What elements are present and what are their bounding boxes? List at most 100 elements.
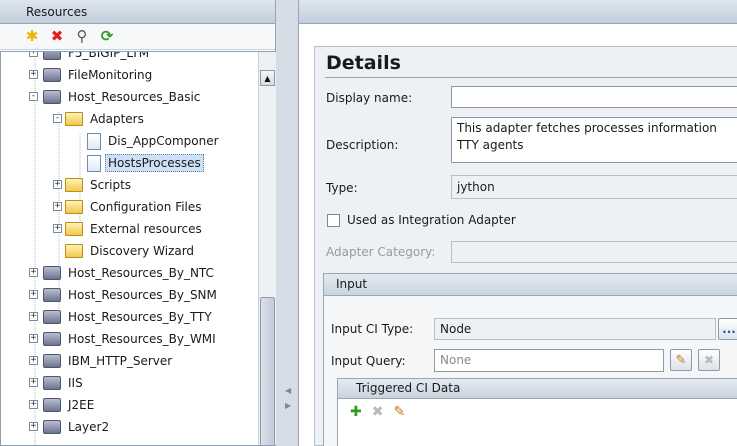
- tree-item-label: Host_Resources_By_SNM: [68, 288, 217, 302]
- input-ci-type-field: Node: [434, 318, 716, 340]
- tree-expander-icon[interactable]: +: [53, 202, 62, 211]
- tree-item[interactable]: Adapters: [65, 108, 147, 130]
- edit-query-button[interactable]: ✎: [670, 349, 692, 371]
- tree-expander-icon[interactable]: +: [29, 378, 38, 387]
- tree-item[interactable]: Discovery Wizard: [65, 240, 197, 262]
- package-icon: [43, 420, 61, 434]
- tree-expander-icon[interactable]: +: [53, 224, 62, 233]
- browse-ci-type-button[interactable]: ...: [718, 318, 737, 340]
- tree-expander-icon[interactable]: +: [29, 290, 38, 299]
- triggered-ci-data-section: Triggered CI Data ✚ ✖ ✎: [337, 378, 737, 446]
- delete-icon[interactable]: ✖: [49, 29, 65, 45]
- display-name-label: Display name:: [326, 91, 413, 105]
- new-icon[interactable]: ✱: [24, 29, 40, 45]
- tree-expander-icon[interactable]: +: [29, 268, 38, 277]
- resources-panel: Resources ✱ ✖ ⚲ ⟳ + F5_BIGIP_LTM + FileMoni…: [0, 0, 276, 446]
- tree-expander-icon[interactable]: +: [29, 400, 38, 409]
- collapse-left-arrow-icon[interactable]: ◀: [285, 386, 291, 395]
- tree-expander-icon[interactable]: +: [29, 70, 38, 79]
- tree-item-label: Scripts: [90, 178, 132, 192]
- input-ci-type-label: Input CI Type:: [331, 322, 414, 336]
- tree-expander-icon[interactable]: +: [29, 422, 38, 431]
- tree-item[interactable]: J2EE: [43, 394, 97, 416]
- tree-item[interactable]: Dis_AppComponer: [87, 130, 222, 152]
- package-icon: [43, 68, 61, 82]
- add-icon[interactable]: ✚: [350, 405, 362, 419]
- package-icon: [43, 354, 61, 368]
- tree-item[interactable]: Host_Resources_By_SNM: [43, 284, 220, 306]
- tree-item[interactable]: IIS: [43, 372, 86, 394]
- adapter-category-label: Adapter Category:: [326, 245, 436, 259]
- editor-panel-header: [299, 0, 737, 24]
- tree-item[interactable]: Scripts: [65, 174, 134, 196]
- integration-adapter-checkbox[interactable]: [327, 214, 340, 227]
- tree-item-label: HostsProcesses: [105, 154, 204, 172]
- package-icon: [43, 376, 61, 390]
- tree-item-label: Dis_AppComponer: [108, 134, 219, 148]
- tree-item-label: Layer2: [68, 420, 110, 434]
- tree-item[interactable]: Host_Resources_By_WMI: [43, 328, 219, 350]
- tree-item[interactable]: HostsProcesses: [87, 152, 204, 174]
- tree-item-label: Host_Resources_Basic: [68, 90, 201, 104]
- tree-item-label: FileMonitoring: [68, 68, 153, 82]
- resources-tree-container: + F5_BIGIP_LTM + FileMonitoring - Host_Resour…: [0, 51, 276, 446]
- tree-scrollbar[interactable]: ▲: [258, 52, 276, 445]
- tree-item-label: Adapters: [90, 112, 144, 126]
- package-icon: [43, 90, 61, 104]
- tree-expander-icon[interactable]: +: [53, 180, 62, 189]
- input-section: Input Input CI Type: Node ... Input Quer…: [323, 273, 737, 446]
- type-field: jython: [451, 175, 737, 199]
- tree-item-label: Host_Resources_By_TTY: [68, 310, 212, 324]
- scrollbar-thumb[interactable]: [260, 297, 275, 445]
- input-query-label: Input Query:: [331, 354, 406, 368]
- tree-item[interactable]: Host_Resources_By_TTY: [43, 306, 215, 328]
- description-textarea[interactable]: This adapter fetches processes informati…: [451, 117, 737, 163]
- folder-icon: [65, 112, 83, 126]
- tree-item[interactable]: IBM_HTTP_Server: [43, 350, 175, 372]
- tree-expander-icon[interactable]: -: [29, 92, 38, 101]
- tree-expander-icon[interactable]: +: [29, 356, 38, 365]
- tree-item[interactable]: Host_Resources_By_NTC: [43, 262, 217, 284]
- search-icon[interactable]: ⚲: [74, 29, 90, 45]
- integration-adapter-label: Used as Integration Adapter: [347, 213, 516, 227]
- adapter-category-select[interactable]: [451, 241, 737, 263]
- tree-item[interactable]: Configuration Files: [65, 196, 205, 218]
- description-label: Description:: [326, 138, 399, 152]
- triggered-ci-data-toolbar: ✚ ✖ ✎: [338, 399, 737, 419]
- document-icon: [87, 154, 101, 172]
- tree-item[interactable]: F5_BIGIP_LTM: [43, 52, 152, 64]
- pencil-icon[interactable]: ✎: [393, 405, 405, 419]
- details-divider: [325, 77, 737, 78]
- pencil-icon: ✎: [675, 352, 687, 368]
- tree-item[interactable]: Host_Resources_Basic: [43, 86, 203, 108]
- tree-expander-icon[interactable]: +: [29, 52, 38, 57]
- expand-right-arrow-icon[interactable]: ▶: [285, 401, 291, 410]
- delete-icon[interactable]: ✖: [372, 405, 384, 419]
- tree-expander-icon[interactable]: +: [29, 334, 38, 343]
- display-name-input[interactable]: [451, 86, 737, 108]
- package-icon: [43, 266, 61, 280]
- tree-item-label: J2EE: [68, 398, 95, 412]
- tree-item-label: External resources: [90, 222, 202, 236]
- resources-toolbar: ✱ ✖ ⚲ ⟳: [0, 24, 275, 50]
- refresh-icon[interactable]: ⟳: [99, 29, 115, 45]
- package-icon: [43, 310, 61, 324]
- triggered-ci-data-title: Triggered CI Data: [338, 379, 737, 399]
- tree-item-label: Discovery Wizard: [90, 244, 195, 258]
- details-area: Details Display name: Description: This …: [314, 46, 737, 446]
- remove-query-button[interactable]: ✖: [698, 349, 720, 371]
- package-icon: [43, 288, 61, 302]
- input-section-title: Input: [324, 274, 737, 296]
- tree-item[interactable]: External resources: [65, 218, 205, 240]
- tree-expander-icon[interactable]: +: [29, 312, 38, 321]
- package-icon: [43, 52, 61, 60]
- tree-item-label: Host_Resources_By_NTC: [68, 266, 214, 280]
- tree-item[interactable]: Layer2: [43, 416, 112, 438]
- input-query-field[interactable]: None: [434, 349, 664, 372]
- tree-item[interactable]: FileMonitoring: [43, 64, 155, 86]
- package-icon: [43, 398, 61, 412]
- scroll-up-arrow-icon[interactable]: ▲: [260, 70, 275, 86]
- tree-item-label: Host_Resources_By_WMI: [68, 332, 216, 346]
- panel-splitter[interactable]: ◀ ▶: [277, 0, 297, 446]
- tree-expander-icon[interactable]: -: [53, 114, 62, 123]
